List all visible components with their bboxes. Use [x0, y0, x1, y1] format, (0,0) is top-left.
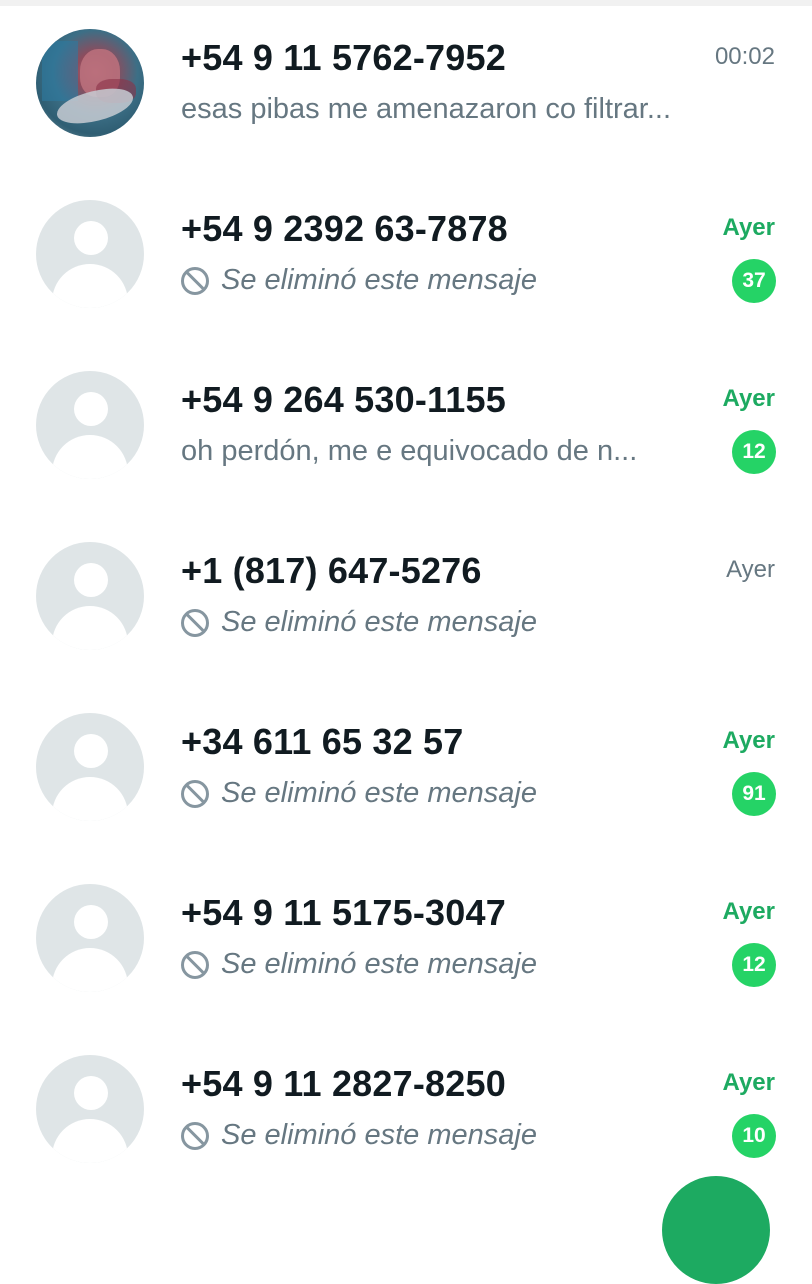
- chat-row[interactable]: +54 9 2392 63-7878 Ayer Se eliminó este …: [0, 171, 812, 342]
- ban-icon: [181, 1121, 209, 1150]
- unread-count-badge: 10: [732, 1114, 776, 1158]
- contact-name: +1 (817) 647-5276: [181, 550, 482, 591]
- message-time: Ayer: [722, 727, 775, 754]
- contact-name: +54 9 11 5175-3047: [181, 892, 506, 933]
- default-avatar-icon[interactable]: [36, 371, 144, 479]
- contact-name: +54 9 11 2827-8250: [181, 1063, 506, 1104]
- message-preview: Se eliminó este mensaje: [181, 264, 537, 297]
- contact-name: +54 9 11 5762-7952: [181, 37, 506, 78]
- message-preview: Se eliminó este mensaje: [181, 1119, 537, 1152]
- message-time: Ayer: [722, 1069, 775, 1096]
- avatar-head-shape: [74, 563, 108, 597]
- message-time: Ayer: [722, 385, 775, 412]
- message-preview: Se eliminó este mensaje: [181, 948, 537, 981]
- message-time: Ayer: [722, 214, 775, 241]
- message-preview-text: Se eliminó este mensaje: [221, 777, 537, 809]
- contact-name: +34 611 65 32 57: [181, 721, 464, 762]
- message-preview-text: Se eliminó este mensaje: [221, 264, 537, 296]
- default-avatar-icon[interactable]: [36, 713, 144, 821]
- avatar-head-shape: [74, 392, 108, 426]
- avatar-head-shape: [74, 1076, 108, 1110]
- message-preview-text: Se eliminó este mensaje: [221, 948, 537, 980]
- unread-count-badge: 12: [732, 943, 776, 987]
- message-preview: oh perdón, me e equivocado de n...: [181, 435, 637, 468]
- message-time: 00:02: [714, 43, 775, 70]
- message-preview: esas pibas me amenazaron co filtrar...: [181, 93, 671, 126]
- avatar-body-shape: [52, 948, 128, 992]
- message-preview: Se eliminó este mensaje: [181, 606, 537, 639]
- default-avatar-icon[interactable]: [36, 1055, 144, 1163]
- photo-shape: [42, 41, 78, 101]
- message-preview-text: Se eliminó este mensaje: [221, 606, 537, 638]
- avatar-head-shape: [74, 221, 108, 255]
- default-avatar-icon[interactable]: [36, 884, 144, 992]
- unread-count-badge: 12: [732, 430, 776, 474]
- default-avatar-icon[interactable]: [36, 200, 144, 308]
- message-preview-text: Se eliminó este mensaje: [221, 1119, 537, 1151]
- avatar-body-shape: [52, 1119, 128, 1163]
- message-preview-text: oh perdón, me e equivocado de n...: [181, 435, 638, 467]
- chat-row[interactable]: +54 9 11 2827-8250 Ayer Se eliminó este …: [0, 1026, 812, 1197]
- chat-row[interactable]: +54 9 264 530-1155 Ayer oh perdón, me e …: [0, 342, 812, 513]
- avatar-head-shape: [74, 734, 108, 768]
- avatar-body-shape: [52, 606, 128, 650]
- message-preview-text: esas pibas me amenazaron co filtrar...: [181, 93, 672, 125]
- chat-row[interactable]: +1 (817) 647-5276 Ayer Se eliminó este m…: [0, 513, 812, 684]
- message-preview: Se eliminó este mensaje: [181, 777, 537, 810]
- contact-photo-avatar[interactable]: [36, 29, 144, 137]
- unread-count-badge: 91: [732, 772, 776, 816]
- default-avatar-icon[interactable]: [36, 542, 144, 650]
- new-chat-button[interactable]: [662, 1176, 770, 1284]
- chat-row[interactable]: +54 9 11 5762-7952 00:02 esas pibas me a…: [0, 0, 812, 171]
- unread-count-badge: 37: [732, 259, 776, 303]
- chat-row[interactable]: +54 9 11 5175-3047 Ayer Se eliminó este …: [0, 855, 812, 1026]
- avatar-body-shape: [52, 777, 128, 821]
- avatar-body-shape: [52, 264, 128, 308]
- ban-icon: [181, 608, 209, 637]
- ban-icon: [181, 266, 209, 295]
- message-time: Ayer: [726, 556, 775, 583]
- chat-row[interactable]: +34 611 65 32 57 Ayer Se eliminó este me…: [0, 684, 812, 855]
- contact-name: +54 9 2392 63-7878: [181, 208, 508, 249]
- contact-name: +54 9 264 530-1155: [181, 379, 506, 420]
- avatar-body-shape: [52, 435, 128, 479]
- ban-icon: [181, 779, 209, 808]
- avatar-head-shape: [74, 905, 108, 939]
- message-time: Ayer: [722, 898, 775, 925]
- chat-list: +54 9 11 5762-7952 00:02 esas pibas me a…: [0, 0, 812, 1200]
- ban-icon: [181, 950, 209, 979]
